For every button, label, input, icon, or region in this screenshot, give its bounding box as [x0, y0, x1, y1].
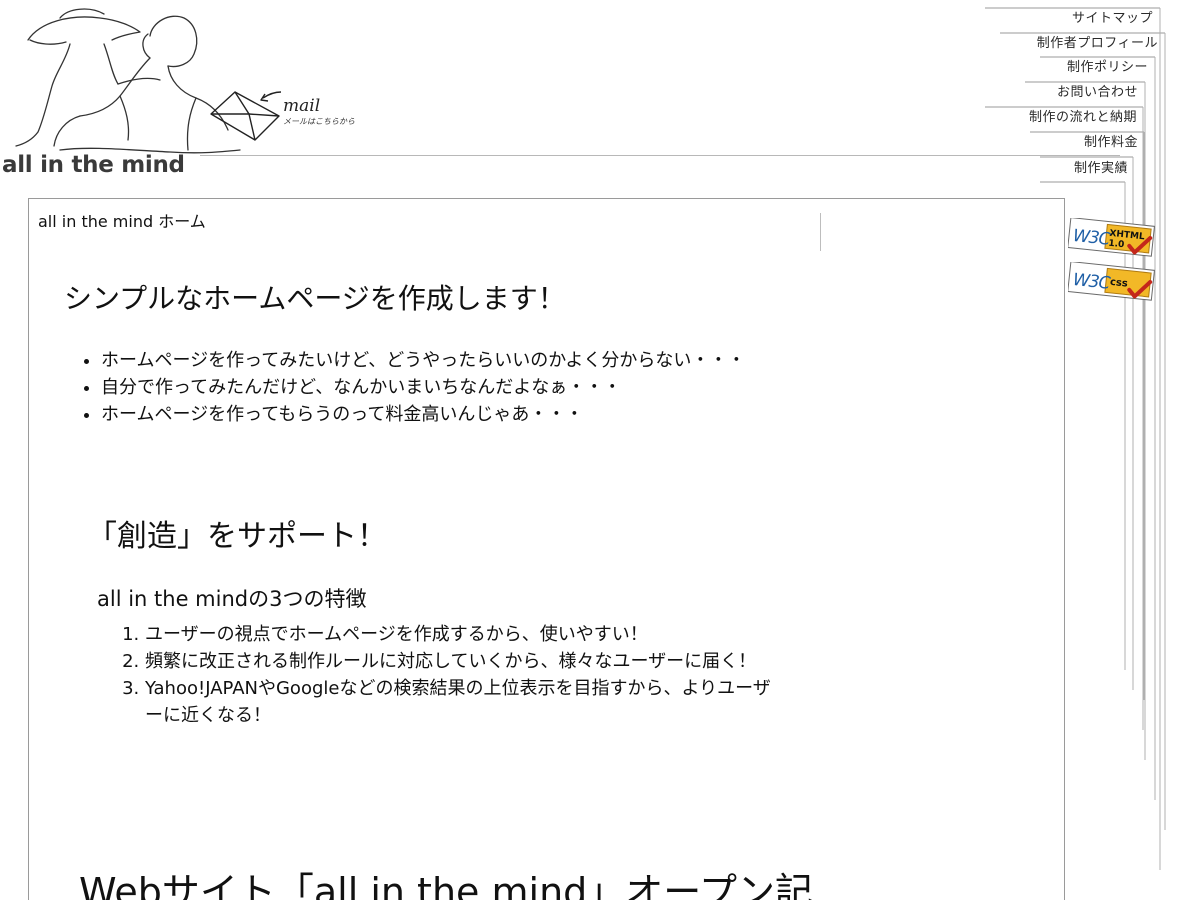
w3c-css-left-text: W3C: [1072, 270, 1112, 294]
list-item: Yahoo!JAPANやGoogleなどの検索結果の上位表示を目指すから、よりユ…: [145, 675, 785, 729]
w3c-xhtml-badge[interactable]: W3C XHTML 1.0: [1067, 217, 1156, 257]
list-item: ホームページを作ってもらうのって料金高いんじゃあ・・・: [101, 401, 821, 428]
list-item: 自分で作ってみたんだけど、なんかいまいちなんだよなぁ・・・: [101, 374, 821, 401]
w3c-xhtml-icon: W3C XHTML 1.0: [1067, 217, 1155, 257]
nav-item-contact[interactable]: お問い合わせ: [1057, 84, 1138, 101]
heading-news: Webサイト「all in the mind」オープン記: [79, 870, 813, 900]
site-logo[interactable]: all in the mind: [2, 152, 185, 178]
w3c-xhtml-bottom-text: 1.0: [1108, 239, 1125, 251]
mail-label: mail: [283, 96, 321, 116]
nav-item-sitemap[interactable]: サイトマップ: [1072, 10, 1153, 27]
page: all in the mind mail メールはこちらから サイトマップ 制作…: [0, 0, 1200, 900]
heading-main: シンプルなホームページを作成します！: [64, 282, 566, 315]
w3c-xhtml-left-text: W3C: [1072, 226, 1112, 250]
envelope-icon: [210, 91, 282, 141]
w3c-css-icon: W3C css: [1067, 261, 1155, 301]
feature-list: ユーザーの視点でホームページを作成するから、使いやすい！ 頻繁に改正される制作ル…: [121, 621, 785, 729]
list-item: ユーザーの視点でホームページを作成するから、使いやすい！: [145, 621, 785, 648]
mail-link[interactable]: mail メールはこちらから: [205, 86, 385, 156]
nav-item-flow[interactable]: 制作の流れと納期: [1029, 109, 1137, 126]
w3c-css-top-text: css: [1109, 277, 1128, 290]
mail-sublabel: メールはこちらから: [283, 117, 355, 126]
nav-item-price[interactable]: 制作料金: [1084, 134, 1138, 151]
heading-features: all in the mindの3つの特徴: [97, 587, 367, 611]
w3c-css-badge[interactable]: W3C css: [1067, 261, 1156, 301]
list-item: ホームページを作ってみたいけど、どうやったらいいのかよく分からない・・・: [101, 347, 821, 374]
main-content: all in the mind ホーム シンプルなホームページを作成します！ ホ…: [28, 198, 1065, 900]
concern-list: ホームページを作ってみたいけど、どうやったらいいのかよく分からない・・・ 自分で…: [81, 347, 821, 428]
breadcrumb[interactable]: all in the mind ホーム: [38, 208, 206, 232]
nav-item-policy[interactable]: 制作ポリシー: [1067, 59, 1148, 76]
list-item: 頻繁に改正される制作ルールに対応していくから、様々なユーザーに届く！: [145, 648, 785, 675]
nav-item-works[interactable]: 制作実績: [1074, 160, 1128, 177]
content-divider: [820, 213, 821, 251]
heading-support: 「創造」をサポート！: [87, 519, 387, 554]
nav-item-profile[interactable]: 制作者プロフィール: [1037, 35, 1158, 52]
